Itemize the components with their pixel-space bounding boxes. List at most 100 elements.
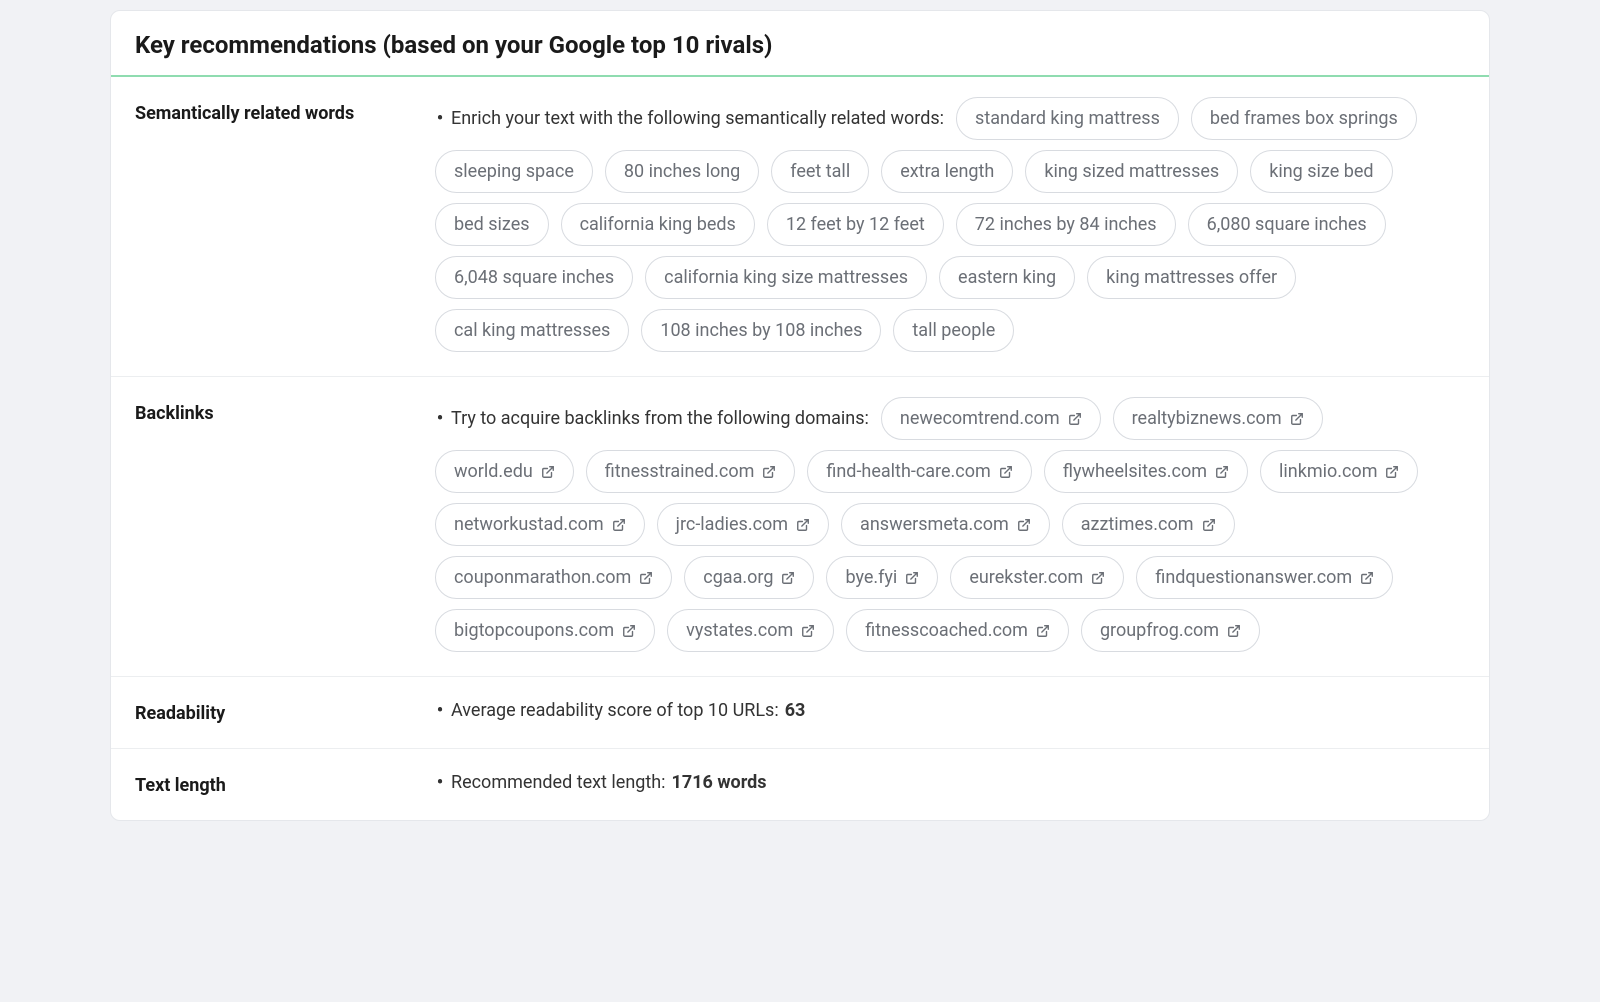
- external-link-icon: [541, 465, 555, 479]
- external-link-icon: [622, 624, 636, 638]
- keyword-pill[interactable]: tall people: [893, 309, 1014, 352]
- backlink-pill[interactable]: jrc-ladies.com: [657, 503, 829, 546]
- keyword-pill[interactable]: standard king mattress: [956, 97, 1179, 140]
- external-link-icon: [1385, 465, 1399, 479]
- readability-score-value: 63: [785, 697, 806, 724]
- external-link-icon: [905, 571, 919, 585]
- backlink-pill[interactable]: answersmeta.com: [841, 503, 1050, 546]
- panel-title: Key recommendations (based on your Googl…: [135, 31, 1465, 59]
- keyword-pill[interactable]: 80 inches long: [605, 150, 759, 193]
- bullet-icon: •: [435, 105, 445, 132]
- external-link-icon: [1091, 571, 1105, 585]
- backlink-pill[interactable]: linkmio.com: [1260, 450, 1418, 493]
- backlink-domain-label: flywheelsites.com: [1063, 458, 1207, 485]
- keyword-pill[interactable]: cal king mattresses: [435, 309, 629, 352]
- backlink-pill[interactable]: newecomtrend.com: [881, 397, 1101, 440]
- keyword-pill[interactable]: 6,080 square inches: [1188, 203, 1386, 246]
- section-lead-text: • Recommended text length: 1716 words: [435, 769, 767, 796]
- backlink-domain-label: newecomtrend.com: [900, 405, 1060, 432]
- keyword-pill[interactable]: sleeping space: [435, 150, 593, 193]
- external-link-icon: [1360, 571, 1374, 585]
- section-body: • Enrich your text with the following se…: [435, 97, 1465, 352]
- keyword-pill[interactable]: king size bed: [1250, 150, 1392, 193]
- external-link-icon: [1290, 412, 1304, 426]
- section-body: • Recommended text length: 1716 words: [435, 769, 1465, 796]
- external-link-icon: [1215, 465, 1229, 479]
- external-link-icon: [1227, 624, 1241, 638]
- section-lead-text: • Enrich your text with the following se…: [435, 105, 944, 132]
- section-body: • Try to acquire backlinks from the foll…: [435, 397, 1465, 652]
- backlink-pill[interactable]: azztimes.com: [1062, 503, 1235, 546]
- external-link-icon: [612, 518, 626, 532]
- backlink-pill[interactable]: bye.fyi: [826, 556, 938, 599]
- recommendations-panel: Key recommendations (based on your Googl…: [110, 10, 1490, 821]
- backlink-domain-label: networkustad.com: [454, 511, 604, 538]
- backlink-domain-label: vystates.com: [686, 617, 793, 644]
- backlink-pill[interactable]: cgaa.org: [684, 556, 814, 599]
- keyword-pill[interactable]: king mattresses offer: [1087, 256, 1296, 299]
- section-body: • Average readability score of top 10 UR…: [435, 697, 1465, 724]
- backlink-pill[interactable]: world.edu: [435, 450, 574, 493]
- bullet-icon: •: [435, 769, 445, 796]
- keyword-pill[interactable]: extra length: [881, 150, 1013, 193]
- backlink-domain-label: find-health-care.com: [826, 458, 990, 485]
- backlink-domain-label: fitnesstrained.com: [605, 458, 755, 485]
- external-link-icon: [999, 465, 1013, 479]
- external-link-icon: [781, 571, 795, 585]
- section-backlinks: Backlinks • Try to acquire backlinks fro…: [111, 377, 1489, 677]
- bullet-icon: •: [435, 405, 445, 432]
- backlink-domain-label: couponmarathon.com: [454, 564, 631, 591]
- backlink-domain-label: findquestionanswer.com: [1155, 564, 1352, 591]
- section-lead-text: • Average readability score of top 10 UR…: [435, 697, 805, 724]
- backlink-domain-label: realtybiznews.com: [1132, 405, 1282, 432]
- external-link-icon: [1017, 518, 1031, 532]
- section-lead-text: • Try to acquire backlinks from the foll…: [435, 405, 869, 432]
- backlink-pill[interactable]: realtybiznews.com: [1113, 397, 1323, 440]
- backlink-pill[interactable]: fitnesscoached.com: [846, 609, 1069, 652]
- keyword-pill[interactable]: 72 inches by 84 inches: [956, 203, 1176, 246]
- section-label: Semantically related words: [135, 97, 435, 124]
- section-readability: Readability • Average readability score …: [111, 677, 1489, 749]
- keyword-pill[interactable]: 12 feet by 12 feet: [767, 203, 944, 246]
- backlink-domain-label: bye.fyi: [845, 564, 897, 591]
- panel-header: Key recommendations (based on your Googl…: [111, 11, 1489, 77]
- backlink-pill[interactable]: vystates.com: [667, 609, 834, 652]
- external-link-icon: [639, 571, 653, 585]
- keyword-pill[interactable]: california king size mattresses: [645, 256, 927, 299]
- backlink-domain-label: answersmeta.com: [860, 511, 1009, 538]
- section-label: Backlinks: [135, 397, 435, 424]
- section-semantic-words: Semantically related words • Enrich your…: [111, 77, 1489, 377]
- backlink-pill[interactable]: networkustad.com: [435, 503, 645, 546]
- backlink-pill[interactable]: couponmarathon.com: [435, 556, 672, 599]
- backlink-domain-label: linkmio.com: [1279, 458, 1377, 485]
- bullet-icon: •: [435, 697, 445, 724]
- backlink-pill[interactable]: bigtopcoupons.com: [435, 609, 655, 652]
- backlink-pill[interactable]: eurekster.com: [950, 556, 1124, 599]
- keyword-pill[interactable]: feet tall: [771, 150, 869, 193]
- keyword-pill[interactable]: 108 inches by 108 inches: [641, 309, 881, 352]
- external-link-icon: [801, 624, 815, 638]
- keyword-pill[interactable]: california king beds: [561, 203, 755, 246]
- section-text-length: Text length • Recommended text length: 1…: [111, 749, 1489, 820]
- backlink-domain-label: cgaa.org: [703, 564, 773, 591]
- keyword-pill[interactable]: eastern king: [939, 256, 1075, 299]
- keyword-pill[interactable]: bed sizes: [435, 203, 549, 246]
- section-label: Readability: [135, 697, 435, 724]
- external-link-icon: [1202, 518, 1216, 532]
- backlink-domain-label: bigtopcoupons.com: [454, 617, 614, 644]
- backlink-domain-label: world.edu: [454, 458, 533, 485]
- keyword-pill[interactable]: king sized mattresses: [1025, 150, 1238, 193]
- text-length-value: 1716 words: [672, 769, 767, 796]
- backlink-pill[interactable]: find-health-care.com: [807, 450, 1031, 493]
- keyword-pill[interactable]: 6,048 square inches: [435, 256, 633, 299]
- external-link-icon: [1036, 624, 1050, 638]
- backlink-pill[interactable]: groupfrog.com: [1081, 609, 1260, 652]
- keyword-pill[interactable]: bed frames box springs: [1191, 97, 1417, 140]
- backlink-pill[interactable]: fitnesstrained.com: [586, 450, 796, 493]
- external-link-icon: [796, 518, 810, 532]
- backlink-pill[interactable]: flywheelsites.com: [1044, 450, 1248, 493]
- backlink-domain-label: jrc-ladies.com: [676, 511, 788, 538]
- section-label: Text length: [135, 769, 435, 796]
- backlink-domain-label: groupfrog.com: [1100, 617, 1219, 644]
- backlink-pill[interactable]: findquestionanswer.com: [1136, 556, 1393, 599]
